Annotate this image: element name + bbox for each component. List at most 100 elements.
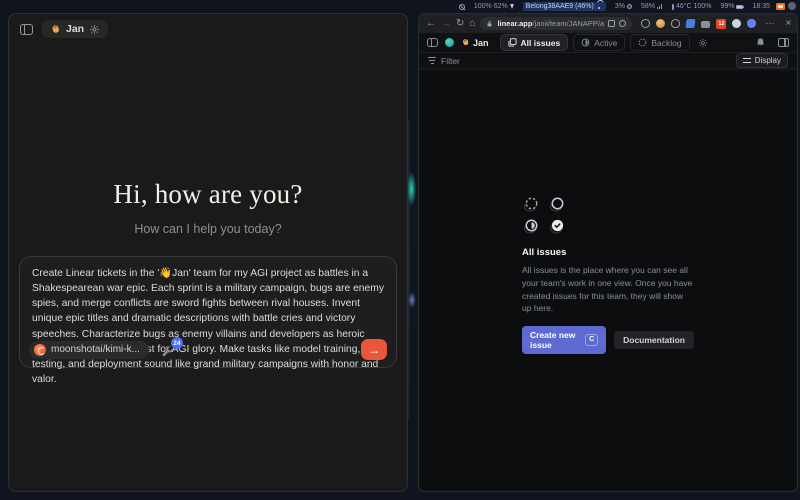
wave-hand-icon xyxy=(50,24,61,35)
moonshot-provider-icon xyxy=(34,344,46,356)
assistant-name: Jan xyxy=(66,23,84,35)
toolbar-overflow-button[interactable]: ⋯ xyxy=(765,18,774,29)
assistant-selector[interactable]: Jan xyxy=(42,20,108,38)
workspace-avatar[interactable] xyxy=(445,38,454,47)
linear-header-right xyxy=(755,37,789,48)
in-progress-status-icon xyxy=(523,219,539,234)
model-name: moonshotai/kimi-k... xyxy=(51,344,140,355)
mail-tray-icon[interactable] xyxy=(776,3,785,10)
status-memory: 58% xyxy=(641,3,663,10)
forward-button[interactable]: → xyxy=(441,19,451,29)
send-arrow-icon: → xyxy=(368,343,380,357)
filter-label: Filter xyxy=(441,56,460,66)
extension-hand-icon[interactable] xyxy=(747,19,756,28)
jan-titlebar: Jan xyxy=(9,14,407,44)
display-sliders-icon xyxy=(743,57,751,64)
tab-backlog[interactable]: Backlog xyxy=(630,34,689,51)
extension-cloud-icon[interactable] xyxy=(671,19,680,28)
team-label: Jan xyxy=(473,38,489,48)
power-bolt-icon xyxy=(510,4,514,9)
display-button[interactable]: Display xyxy=(736,53,788,68)
linear-header: Jan All issues Active Backlog xyxy=(419,33,797,52)
memory-icon xyxy=(657,4,663,9)
filter-icon xyxy=(428,57,436,64)
status-battery: 99% xyxy=(720,3,743,10)
status-audio-label: 100% 62% xyxy=(474,3,508,10)
battery-icon xyxy=(736,5,743,9)
status-audio-battery: 100% 62% xyxy=(474,3,514,10)
filter-button[interactable]: Filter xyxy=(428,56,460,66)
status-temp: 46°C 100% xyxy=(672,3,712,10)
back-button[interactable]: ← xyxy=(426,19,436,29)
extension-ring-icon[interactable] xyxy=(641,19,650,28)
browser-window: ← → ↻ ⌂ linear.app/janii/team/JANAPP/all… xyxy=(418,13,798,492)
shortcut-key-badge: C xyxy=(585,334,598,346)
tab-active[interactable]: Active xyxy=(573,34,625,51)
wifi-network-label: Belong38AAE9 (46%) xyxy=(526,3,594,10)
reader-mode-icon[interactable] xyxy=(608,20,615,27)
jan-app-window: Jan Hi, how are you? How can I help you … xyxy=(8,13,408,492)
extension-badge-icon[interactable]: 12 xyxy=(716,19,726,29)
cpu-icon xyxy=(627,4,632,9)
view-settings-gear-icon[interactable] xyxy=(698,38,708,48)
temperature-label: 46°C 100% xyxy=(676,3,712,10)
sidebar-toggle-icon[interactable] xyxy=(20,24,33,35)
linear-team-name: Jan xyxy=(461,38,489,48)
tools-button[interactable]: 24 xyxy=(161,342,176,357)
system-tray xyxy=(776,2,796,10)
empty-state-title: All issues xyxy=(522,247,694,258)
greeting-title: Hi, how are you? xyxy=(9,179,407,210)
documentation-label: Documentation xyxy=(623,335,685,345)
send-button[interactable]: → xyxy=(361,339,387,360)
extension-light-icon[interactable] xyxy=(732,19,741,28)
bookmark-icon[interactable] xyxy=(619,20,626,27)
linear-filter-bar: Filter Display xyxy=(419,52,797,69)
tools-count-badge: 24 xyxy=(171,337,183,349)
linear-content-area: All issues All issues is the place where… xyxy=(420,71,796,490)
address-bar[interactable]: linear.app/janii/team/JANAPP/all xyxy=(480,17,632,30)
gear-icon[interactable] xyxy=(89,24,100,35)
chat-input-text[interactable]: Create Linear tickets in the '👋Jan' team… xyxy=(20,257,396,387)
jan-main-area: Hi, how are you? How can I help you toda… xyxy=(9,44,407,491)
active-icon xyxy=(581,38,590,47)
app-tray-icon[interactable] xyxy=(788,2,796,10)
url-host: linear.app xyxy=(497,19,532,28)
wallpaper-glow-cyan xyxy=(407,172,416,206)
create-new-issue-label: Create new issue xyxy=(530,330,580,350)
backlog-icon xyxy=(638,38,647,47)
all-issues-empty-state: All issues All issues is the place where… xyxy=(522,197,694,354)
wallpaper-glow-blue xyxy=(408,292,416,308)
extension-avatar-icon[interactable] xyxy=(656,19,665,28)
documentation-button[interactable]: Documentation xyxy=(614,331,694,349)
thermometer-icon xyxy=(672,4,674,10)
wifi-icon xyxy=(596,4,603,9)
reload-button[interactable]: ↻ xyxy=(456,19,464,29)
window-close-button[interactable]: × xyxy=(785,18,791,29)
backlog-status-icon xyxy=(523,197,539,212)
composer-toolbar: moonshotai/kimi-k... 24 → xyxy=(29,339,387,360)
status-clock: 18:35 xyxy=(752,3,770,10)
memory-label: 58% xyxy=(641,3,655,10)
battery-label: 99% xyxy=(720,3,734,10)
issue-status-icons xyxy=(523,197,694,234)
extension-wallet-icon[interactable] xyxy=(701,21,710,28)
notifications-bell-icon[interactable] xyxy=(755,37,766,48)
create-new-issue-button[interactable]: Create new issue C xyxy=(522,326,606,354)
right-panel-toggle-icon[interactable] xyxy=(778,38,789,47)
home-button[interactable]: ⌂ xyxy=(469,19,475,29)
tab-backlog-label: Backlog xyxy=(651,38,681,48)
linear-sidebar-toggle-icon[interactable] xyxy=(427,38,438,47)
notifications-muted-icon xyxy=(459,4,465,10)
empty-state-actions: Create new issue C Documentation xyxy=(522,326,694,354)
model-selector[interactable]: moonshotai/kimi-k... xyxy=(29,341,149,359)
url-path: /janii/team/JANAPP/all xyxy=(532,19,604,28)
done-status-icon xyxy=(549,219,565,234)
extension-flag-icon[interactable] xyxy=(686,19,696,28)
status-cpu: 3% xyxy=(615,3,632,10)
status-wifi[interactable]: Belong38AAE9 (46%) xyxy=(523,2,606,11)
chat-composer[interactable]: Create Linear tickets in the '👋Jan' team… xyxy=(19,256,397,368)
extensions-row: 12 xyxy=(641,19,756,29)
tab-all-issues[interactable]: All issues xyxy=(500,34,569,51)
linear-view-tabs: All issues Active Backlog xyxy=(500,34,708,51)
tab-all-issues-label: All issues xyxy=(521,38,561,48)
